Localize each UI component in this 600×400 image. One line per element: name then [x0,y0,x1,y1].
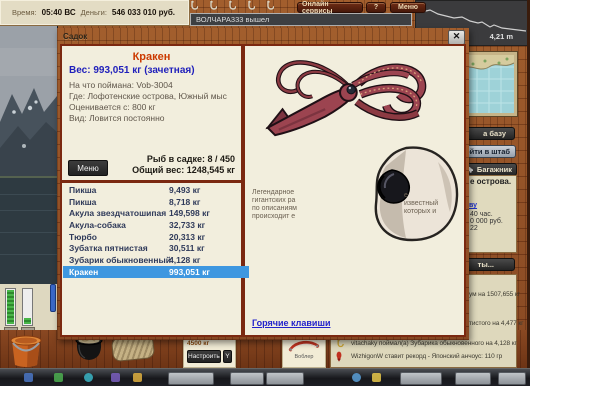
scene-photo [0,26,58,284]
hook-icon[interactable] [245,0,255,12]
rod-handle[interactable] [50,284,56,312]
chat-message: WizhigonW ставит рекорд - Японский анчоу… [351,353,502,360]
configure-button[interactable]: Настроить [187,350,221,363]
time-label: Время: [12,8,37,17]
dialog-content: Кракен Вес: 993,051 кг (зачетная) На что… [60,44,466,337]
fish-row[interactable]: Акула-собака32,733 кг [63,219,249,231]
fish-detail: Вид: Ловится постоянно [69,113,165,123]
game-window: 4,21 m Время: 05:40 ВС Деньги: 546 033 0… [0,0,530,385]
filter-button[interactable]: Y [223,350,232,363]
keepnet-dialog: Садок ✕ Кракен Вес: 993,051 кг (зачетная… [57,28,469,340]
bucket-icon[interactable] [8,331,44,369]
lure-label: Воблер [295,354,314,360]
hotkeys-link[interactable]: Горячие клавиши [252,318,330,328]
fish-title: Кракен [62,51,241,63]
taskbar-app-icon[interactable] [133,373,142,382]
window-edge [527,0,530,385]
online-services-button[interactable]: Онлайн сервисы [297,2,363,13]
catch-icon [334,339,344,349]
location-info-line: 0 000 руб. [470,218,503,225]
taskbar-window-button[interactable] [168,372,214,385]
location-title: е острова. [470,177,511,186]
money-label: Деньги: [81,8,107,17]
chat-status-message: ВОЛЧАРА333 вышел [190,13,412,26]
description-fragment-right: е известный которых и [404,192,438,216]
fish-row-selected[interactable]: Кракен993,051 кг [63,266,249,278]
secondary-bar [22,288,33,326]
top-menu-button[interactable]: Меню [390,2,426,13]
total-weight: Общий вес: 1248,545 кг [62,165,235,175]
chat-line-fragment: тистого на 4,477 кг [469,320,523,327]
fish-row[interactable]: Зубарик обыкновенный4,128 кг [63,254,249,266]
description-fragment-left: Легендарное гигантских ра по описаниям п… [252,189,297,221]
location-link[interactable]: ву [469,202,477,209]
fish-illustration-pane: Легендарное гигантских ра по описаниям п… [245,46,464,335]
hook-icon[interactable] [264,0,274,12]
chat-message: vitachaky поймал(а) Зубарика обыкновенно… [351,340,517,347]
fish-list: Пикша9,493 кг Пикша8,718 кг Акула звездч… [63,184,249,278]
lure-icon [286,338,322,354]
fish-row[interactable]: Пикша9,493 кг [63,184,249,196]
fish-row[interactable]: Тюрбо20,313 кг [63,231,249,243]
kraken-illustration [253,48,453,150]
taskbar-window-button[interactable] [498,372,526,385]
rod-slots[interactable] [188,0,288,12]
taskbar-window-button[interactable] [455,372,491,385]
fish-detail: Оценивается с: 800 кг [69,102,156,112]
hook-icon[interactable] [188,0,198,12]
location-info-line: 22 [470,225,478,232]
location-info-line: 40 час. [470,211,493,218]
fish-count: Рыб в садке: 8 / 450 [62,154,235,164]
taskbar-app-icon[interactable] [352,373,361,382]
status-panel: Время: 05:40 ВС Деньги: 546 033 010 руб. [0,0,190,26]
close-icon[interactable]: ✕ [448,30,465,45]
fish-row[interactable]: Акула звездчатошипая149,598 кг [63,207,249,219]
dialog-titlebar[interactable]: Садок [57,28,469,44]
fish-row[interactable]: Пикша8,718 кг [63,196,249,208]
taskbar-app-icon[interactable] [24,373,33,382]
list-divider [62,180,241,183]
fish-row[interactable]: Зубатка пятнистая30,511 кг [63,242,249,254]
taskbar-app-icon[interactable] [111,373,120,382]
hook-icon[interactable] [207,0,217,12]
taskbar-window-button[interactable] [230,372,264,385]
keepnet-capacity: 4500 кг [187,340,232,347]
os-taskbar[interactable] [0,368,530,386]
taskbar-app-icon[interactable] [54,373,63,382]
fish-detail: На что поймана: Vob-3004 [69,80,173,90]
taskbar-app-icon[interactable] [372,373,381,382]
desktop: 4,21 m Время: 05:40 ВС Деньги: 546 033 0… [0,0,600,400]
time-value: 05:40 ВС [42,8,76,17]
depth-readout: 4,21 m [490,32,513,41]
record-icon [335,351,343,362]
fish-weight-line: Вес: 993,051 кг (зачетная) [69,65,195,76]
energy-bar [5,288,16,326]
taskbar-app-icon[interactable] [84,373,93,382]
dialog-title: Садок [63,32,87,41]
hook-icon[interactable] [226,0,236,12]
fish-detail: Где: Лофотенские острова, Южный мыс [69,91,227,101]
help-button[interactable]: ? [366,2,386,13]
taskbar-window-button[interactable] [266,372,304,385]
chat-line-fragment: ум на 1507,655 кг [469,291,520,298]
taskbar-window-button[interactable] [400,372,442,385]
money-value: 546 033 010 руб. [112,8,175,17]
